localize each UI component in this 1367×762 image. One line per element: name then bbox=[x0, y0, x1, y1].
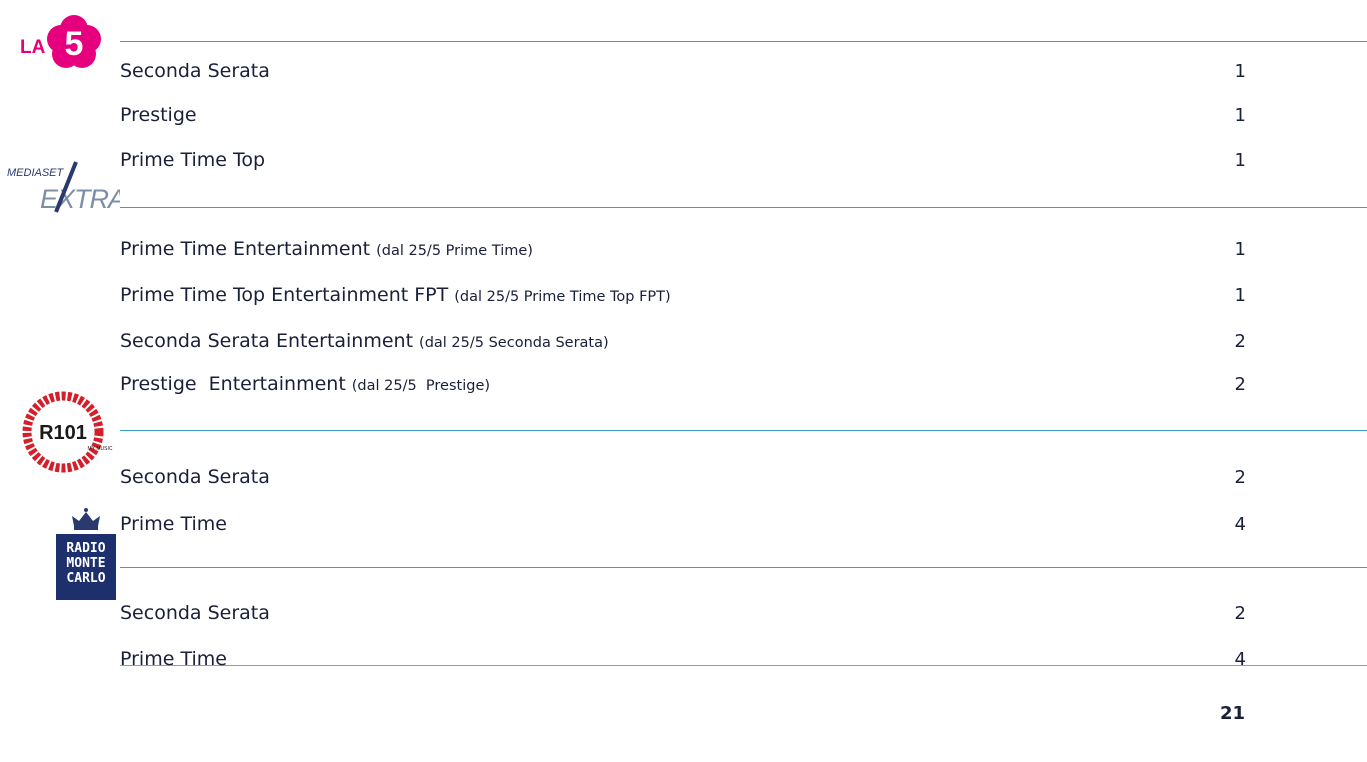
row-value: 2 bbox=[1234, 373, 1246, 395]
radio-monte-carlo-logo: RADIO MONTE CARLO bbox=[56, 502, 116, 600]
r101-logo: R101 MY MUSIC bbox=[20, 390, 120, 475]
row-label: Seconda Serata bbox=[120, 602, 270, 624]
list-item: Prime Time 4 bbox=[120, 509, 1246, 539]
rmc-line-1: RADIO bbox=[66, 541, 105, 556]
mediaset-extra-logo: MEDIASET EXTRA bbox=[4, 150, 126, 220]
list-item: Seconda Serata Entertainment (dal 25/5 Se… bbox=[120, 326, 1246, 356]
row-value: 1 bbox=[1234, 284, 1246, 306]
r101-logo-sub: MY MUSIC bbox=[88, 446, 113, 452]
row-label: Prime Time Entertainment (dal 25/5 Prime … bbox=[120, 238, 533, 260]
la5-logo-la: LA bbox=[20, 37, 46, 58]
section-divider-rmc bbox=[120, 567, 1367, 568]
r101-logo-text: R101 bbox=[39, 422, 87, 444]
list-item: Prime Time 4 bbox=[120, 644, 1246, 674]
row-label: Seconda Serata bbox=[120, 466, 270, 488]
rmc-line-3: CARLO bbox=[66, 571, 105, 586]
row-label: Prime Time Top bbox=[120, 149, 266, 171]
rmc-line-2: MONTE bbox=[66, 556, 105, 571]
list-item: Prime Time Top Entertainment FPT (dal 25/… bbox=[120, 280, 1246, 310]
row-label: Seconda Serata Entertainment (dal 25/5 Se… bbox=[120, 330, 609, 352]
row-value: 2 bbox=[1234, 466, 1246, 488]
row-label: Prime Time bbox=[120, 513, 227, 535]
list-item: Seconda Serata 2 bbox=[120, 598, 1246, 628]
row-value: 4 bbox=[1234, 513, 1246, 535]
row-value: 2 bbox=[1234, 602, 1246, 624]
la5-logo: LA 5 bbox=[18, 15, 118, 70]
row-label: Prestige Entertainment (dal 25/5 Prestige… bbox=[120, 373, 491, 395]
row-label: Prestige bbox=[120, 104, 197, 126]
section-divider-mediaset-extra bbox=[120, 207, 1367, 208]
row-label: Prime Time Top Entertainment FPT (dal 25/… bbox=[120, 284, 671, 306]
list-item: Prime Time Top 1 bbox=[120, 145, 1246, 175]
list-item: Prime Time Entertainment (dal 25/5 Prime … bbox=[120, 234, 1246, 264]
row-note: (dal 25/5 Prime Time Top FPT) bbox=[454, 289, 671, 305]
page-number: 21 bbox=[1219, 703, 1245, 724]
row-value: 2 bbox=[1234, 330, 1246, 352]
row-label: Seconda Serata bbox=[120, 60, 270, 82]
row-value: 1 bbox=[1234, 60, 1246, 82]
row-value: 1 bbox=[1234, 149, 1246, 171]
section-divider-r101 bbox=[120, 430, 1367, 431]
la5-logo-five: 5 bbox=[65, 25, 84, 63]
mediaset-extra-logo-main: EXTRA bbox=[40, 184, 120, 214]
section-divider-la5 bbox=[120, 41, 1367, 42]
row-note: (dal 25/5 Prime Time) bbox=[376, 243, 533, 259]
row-note: (dal 25/5 Seconda Serata) bbox=[419, 335, 609, 351]
list-item: Seconda Serata 2 bbox=[120, 462, 1246, 492]
list-item: Prestige Entertainment (dal 25/5 Prestige… bbox=[120, 369, 1246, 399]
row-value: 1 bbox=[1234, 238, 1246, 260]
row-value: 4 bbox=[1234, 648, 1246, 670]
list-item: Seconda Serata 1 bbox=[120, 56, 1246, 86]
mediaset-extra-logo-top: MEDIASET bbox=[7, 167, 65, 179]
list-item: Prestige 1 bbox=[120, 100, 1246, 130]
row-label: Prime Time bbox=[120, 648, 227, 670]
row-note: (dal 25/5 Prestige) bbox=[351, 378, 491, 394]
row-value: 1 bbox=[1234, 104, 1246, 126]
